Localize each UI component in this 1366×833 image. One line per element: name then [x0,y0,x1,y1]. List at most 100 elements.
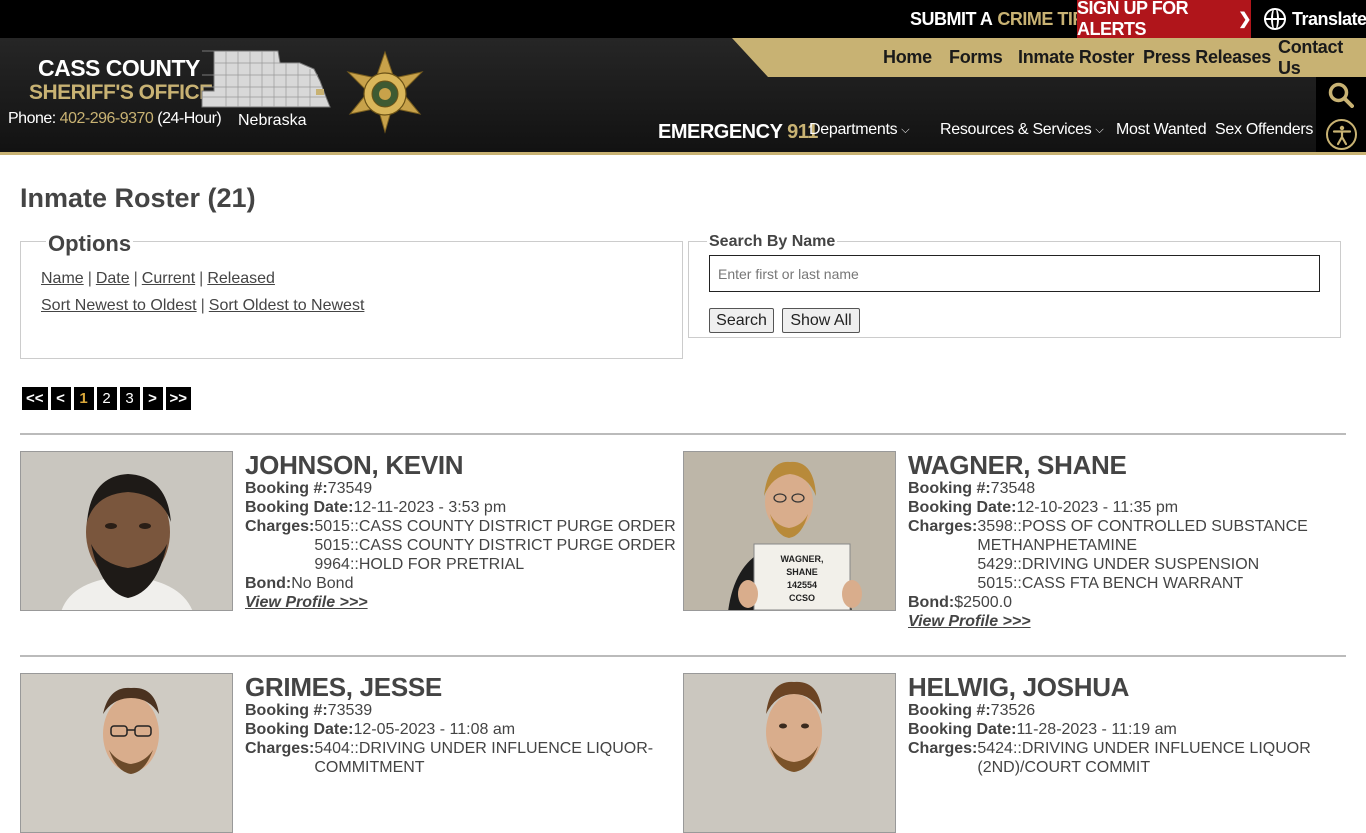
inmate-details: Booking #:73549 Booking Date:12-11-2023 … [245,479,676,612]
sign-text: CCSO [789,593,815,603]
search-name-input[interactable] [709,255,1320,292]
inmate-photo[interactable] [20,451,233,611]
sheriff-badge-logo[interactable] [342,50,428,134]
divider [20,433,1346,435]
booking-no: 73526 [990,702,1036,719]
divider [20,655,1346,657]
search-legend: Search By Name [707,233,838,251]
sign-up-alerts-link[interactable]: SIGN UP FOR ALERTS ❯ [1077,0,1251,39]
sort-newest-link[interactable]: Sort Newest to Oldest [41,297,197,314]
accessibility-icon[interactable] [1326,119,1357,150]
translate-label: Translate [1292,8,1366,29]
booking-no-label: Booking #: [245,480,328,497]
inmate-name[interactable]: GRIMES, JESSE [245,672,442,703]
booking-no-label: Booking #: [908,480,991,497]
filter-name-link[interactable]: Name [41,270,84,287]
inmate-name[interactable]: WAGNER, SHANE [908,450,1127,481]
booking-no: 73548 [990,480,1036,497]
state-label: Nebraska [238,112,307,129]
charge-item: 5424::DRIVING UNDER INFLUENCE LIQUOR [977,740,1311,757]
brand-line-1[interactable]: CASS COUNTY [38,55,200,82]
submit-crime-tip-link[interactable]: SUBMIT A CRIME TIP ❯ [910,0,1101,38]
emergency-label: EMERGENCY [658,121,783,143]
inmate-details: Booking #:73539 Booking Date:12-05-2023 … [245,701,655,777]
translate-button[interactable]: Translate [1264,0,1366,38]
booking-date: 11-28-2023 - 11:19 am [1016,721,1177,738]
brand-line-2[interactable]: SHERIFF'S OFFICE [29,81,213,105]
nav-press-releases[interactable]: Press Releases [1143,38,1271,77]
booking-date-label: Booking Date: [908,721,1017,738]
charge-item: 3598::POSS OF CONTROLLED SUBSTANCE [977,518,1308,535]
separator: | [200,297,205,314]
charge-item: 5429::DRIVING UNDER SUSPENSION [977,556,1260,573]
chevron-down-icon: ⌵ [1095,123,1104,136]
header-divider [0,152,1366,155]
phone-info: Phone: 402-296-9370 (24-Hour) [8,110,222,128]
nav-most-wanted[interactable]: Most Wanted [1116,121,1207,139]
page-2[interactable]: 2 [96,387,117,410]
charges-list: 5015::CASS COUNTY DISTRICT PURGE ORDER 5… [314,517,675,574]
inmate-details: Booking #:73526 Booking Date:11-28-2023 … [908,701,1318,777]
phone-suffix: (24-Hour) [157,110,222,127]
sign-text: 142554 [787,580,817,590]
charge-item: METHANPHETAMINE [977,537,1138,554]
booking-date: 12-11-2023 - 3:53 pm [353,499,507,516]
charges-label: Charges: [245,740,315,757]
emergency-911[interactable]: EMERGENCY 911 [658,121,818,144]
charges-list: 5424::DRIVING UNDER INFLUENCE LIQUOR (2N… [977,739,1310,777]
separator: | [133,270,138,287]
tip-prefix: SUBMIT A [910,8,993,29]
filter-date-link[interactable]: Date [96,270,130,287]
booking-date-label: Booking Date: [908,499,1017,516]
view-profile-link[interactable]: View Profile >>> [245,594,368,611]
charges-list: 5404::DRIVING UNDER INFLUENCE LIQUOR- CO… [314,739,653,777]
nav-forms[interactable]: Forms [949,38,1003,77]
alerts-label: SIGN UP FOR ALERTS [1077,0,1189,39]
separator: | [87,270,92,287]
nav-departments[interactable]: Departments ⌵ [809,121,910,139]
booking-date-label: Booking Date: [245,499,354,516]
charges-label: Charges: [908,740,978,757]
filter-current-link[interactable]: Current [142,270,195,287]
sort-oldest-link[interactable]: Sort Oldest to Newest [209,297,365,314]
sort-links: Sort Newest to Oldest | Sort Oldest to New… [41,297,364,315]
booking-no-label: Booking #: [245,702,328,719]
nav-resources[interactable]: Resources & Services ⌵ [940,121,1104,139]
inmate-name[interactable]: HELWIG, JOSHUA [908,672,1129,703]
booking-date: 12-05-2023 - 11:08 am [353,721,516,738]
page-prev[interactable]: < [50,387,71,410]
booking-date: 12-10-2023 - 11:35 pm [1016,499,1179,516]
inmate-name[interactable]: JOHNSON, KEVIN [245,450,464,481]
nebraska-map-icon [200,49,332,111]
filter-links: Name | Date | Current | Released [41,270,275,288]
sign-text: SHANE [786,567,818,577]
inmate-details: Booking #:73548 Booking Date:12-10-2023 … [908,479,1318,631]
search-button[interactable]: Search [709,308,774,333]
nav-home[interactable]: Home [883,38,932,77]
inmate-photo[interactable] [683,673,896,833]
charge-item: 5015::CASS COUNTY DISTRICT PURGE ORDER [314,537,676,554]
inmate-photo[interactable]: WAGNER, SHANE 142554 CCSO [683,451,896,611]
show-all-button[interactable]: Show All [782,308,860,333]
nav-contact-us[interactable]: Contact Us [1278,37,1366,78]
page-3[interactable]: 3 [119,387,140,410]
charges-label: Charges: [245,518,315,535]
page-last[interactable]: >> [165,387,192,410]
view-profile-link[interactable]: View Profile >>> [908,613,1031,630]
page-1[interactable]: 1 [73,387,94,410]
nav-sex-offenders[interactable]: Sex Offenders [1215,121,1313,139]
phone-number-link[interactable]: 402-296-9370 [60,110,154,127]
globe-icon [1264,8,1286,30]
inmate-photo[interactable] [20,673,233,833]
options-legend: Options [46,231,134,257]
page-first[interactable]: << [22,387,48,410]
resources-label: Resources & Services [940,121,1092,138]
nav-inmate-roster[interactable]: Inmate Roster [1018,38,1134,77]
chevron-right-icon: ❯ [1238,11,1251,28]
filter-released-link[interactable]: Released [207,270,275,287]
booking-no-label: Booking #: [908,702,991,719]
tip-gold: CRIME TIP [997,8,1084,29]
page-next[interactable]: > [142,387,163,410]
bond-value: $2500.0 [954,594,1013,611]
search-icon[interactable] [1328,82,1354,108]
